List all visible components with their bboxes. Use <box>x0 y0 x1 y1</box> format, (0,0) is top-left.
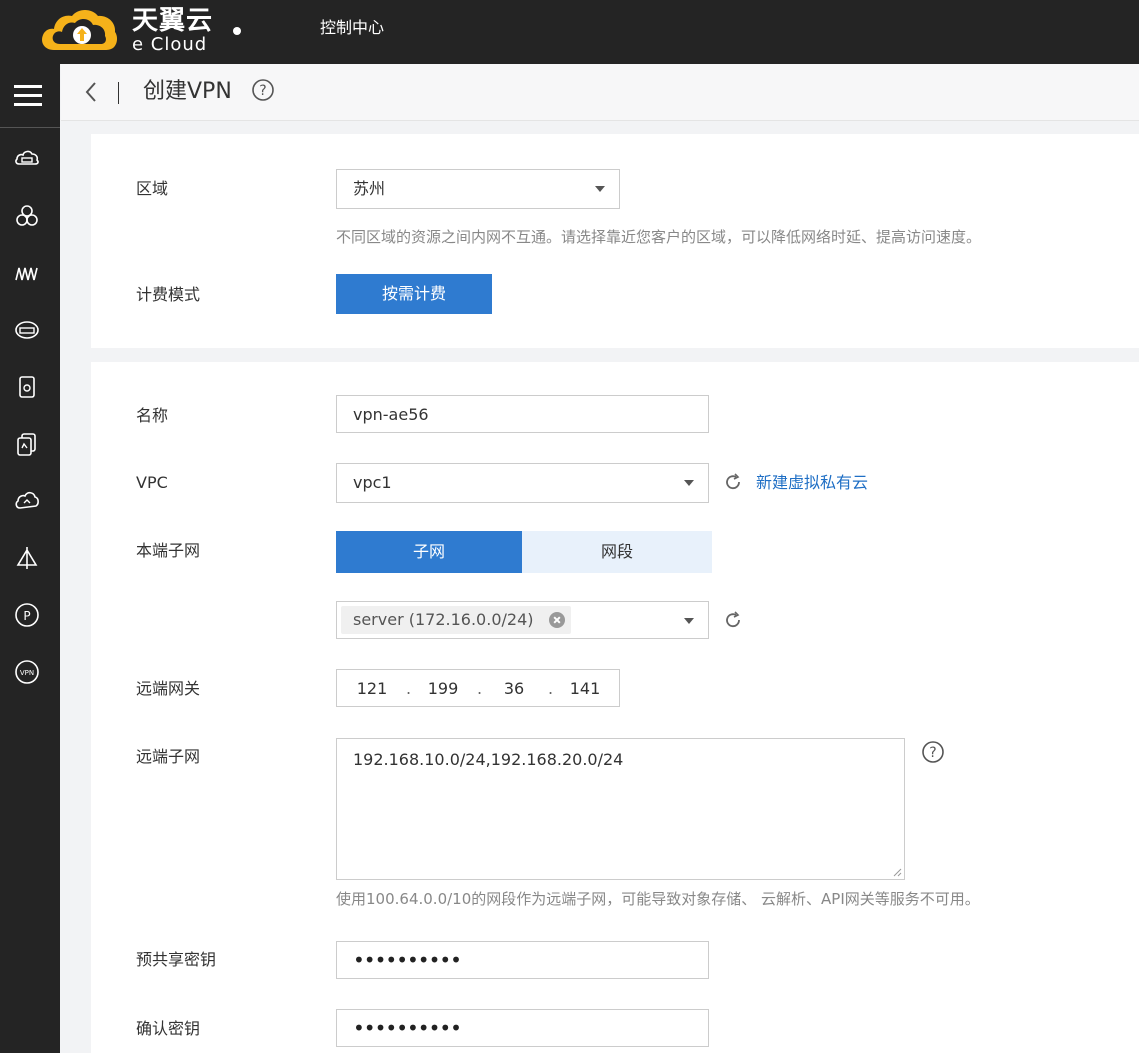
subnet-tag: server (172.16.0.0/24) <box>341 606 571 634</box>
tab-subnet[interactable]: 子网 <box>336 531 522 573</box>
refresh-icon[interactable] <box>724 473 742 491</box>
storage-icon[interactable] <box>14 374 40 400</box>
header-separator <box>118 82 119 104</box>
name-value: vpn-ae56 <box>353 405 429 424</box>
remote-gateway-label: 远端网关 <box>136 679 201 698</box>
brand-dot <box>233 27 241 35</box>
billing-label: 计费模式 <box>136 285 201 304</box>
name-label: 名称 <box>136 406 169 425</box>
cluster-icon[interactable] <box>14 203 40 229</box>
remote-subnet-hint: 使用100.64.0.0/10的网段作为远端子网，可能导致对象存储、 云解析、A… <box>336 890 980 908</box>
ip-dot: . <box>406 679 412 698</box>
region-billing-card: 区域 苏州 不同区域的资源之间内网不互通。请选择靠近您客户的区域，可以降低网络时… <box>91 134 1139 348</box>
network-icon[interactable] <box>14 545 40 571</box>
top-bar: 天翼云 e Cloud 控制中心 <box>0 0 1139 64</box>
ip-octet-3[interactable]: 36 <box>494 678 534 700</box>
psk-label: 预共享密钥 <box>136 950 217 969</box>
ip-dot: . <box>477 679 483 698</box>
remote-subnet-value: 192.168.10.0/24,192.168.20.0/24 <box>353 750 624 769</box>
cloud-host-icon[interactable] <box>14 146 40 172</box>
local-subnet-select[interactable]: server (172.16.0.0/24) <box>336 601 709 639</box>
help-icon[interactable]: ? <box>251 78 275 102</box>
confirm-key-value: •••••••••• <box>353 1016 462 1040</box>
brand-name-cn: 天翼云 <box>132 6 214 36</box>
vpc-value: vpc1 <box>353 473 392 492</box>
help-icon[interactable]: ? <box>921 740 945 764</box>
caret-down-icon <box>595 186 605 192</box>
page-header: 创建VPN ? <box>61 64 1139 121</box>
svg-text:P: P <box>23 609 30 623</box>
ip-octet-1[interactable]: 121 <box>352 678 392 700</box>
on-demand-billing-button[interactable]: 按需计费 <box>336 274 492 314</box>
caret-down-icon <box>684 618 694 624</box>
remote-gateway-ip-input[interactable]: 121 . 199 . 36 . 141 <box>336 669 620 707</box>
back-arrow-icon[interactable] <box>83 79 99 105</box>
remote-subnet-textarea[interactable]: 192.168.10.0/24,192.168.20.0/24 <box>336 738 905 880</box>
subnet-tag-text: server (172.16.0.0/24) <box>353 610 534 629</box>
vpn-icon[interactable]: VPN <box>14 659 40 685</box>
svg-text:?: ? <box>259 83 266 99</box>
cloud-icon[interactable] <box>14 488 40 514</box>
caret-down-icon <box>684 480 694 486</box>
console-link[interactable]: 控制中心 <box>320 17 384 39</box>
psk-input[interactable]: •••••••••• <box>336 941 709 979</box>
vpn-config-card: 名称 vpn-ae56 VPC vpc1 新建虚拟私有云 本端子网 子网 网段 … <box>91 362 1139 1053</box>
svg-text:?: ? <box>929 745 936 761</box>
region-label: 区域 <box>136 179 169 198</box>
disk-icon[interactable] <box>14 317 40 343</box>
brand-name-en: e Cloud <box>132 34 208 55</box>
ip-octet-2[interactable]: 199 <box>423 678 463 700</box>
page-title: 创建VPN <box>143 79 232 104</box>
refresh-icon[interactable] <box>724 611 742 629</box>
vpc-label: VPC <box>136 473 168 492</box>
container-icon[interactable] <box>14 260 40 286</box>
name-input[interactable]: vpn-ae56 <box>336 395 709 433</box>
region-select[interactable]: 苏州 <box>336 169 620 209</box>
confirm-key-input[interactable]: •••••••••• <box>336 1009 709 1047</box>
local-subnet-label: 本端子网 <box>136 541 201 560</box>
confirm-key-label: 确认密钥 <box>136 1019 201 1038</box>
hamburger-menu-icon[interactable] <box>0 64 60 128</box>
remote-subnet-label: 远端子网 <box>136 747 201 766</box>
region-value: 苏州 <box>353 179 386 198</box>
sidebar: P VPN <box>0 64 60 1053</box>
create-vpc-link[interactable]: 新建虚拟私有云 <box>756 472 868 494</box>
vpc-select[interactable]: vpc1 <box>336 463 709 503</box>
svg-text:VPN: VPN <box>20 669 34 677</box>
remove-tag-icon[interactable] <box>549 612 565 628</box>
ip-dot: . <box>548 679 554 698</box>
ip-octet-4[interactable]: 141 <box>565 678 605 700</box>
region-hint: 不同区域的资源之间内网不互通。请选择靠近您客户的区域，可以降低网络时延、提高访问… <box>336 228 982 246</box>
tab-segment[interactable]: 网段 <box>522 531 712 573</box>
psk-value: •••••••••• <box>353 948 462 972</box>
resize-handle-icon[interactable] <box>892 867 902 877</box>
public-ip-icon[interactable]: P <box>14 602 40 628</box>
backup-icon[interactable] <box>14 431 40 457</box>
ecloud-logo-icon[interactable] <box>38 4 120 56</box>
